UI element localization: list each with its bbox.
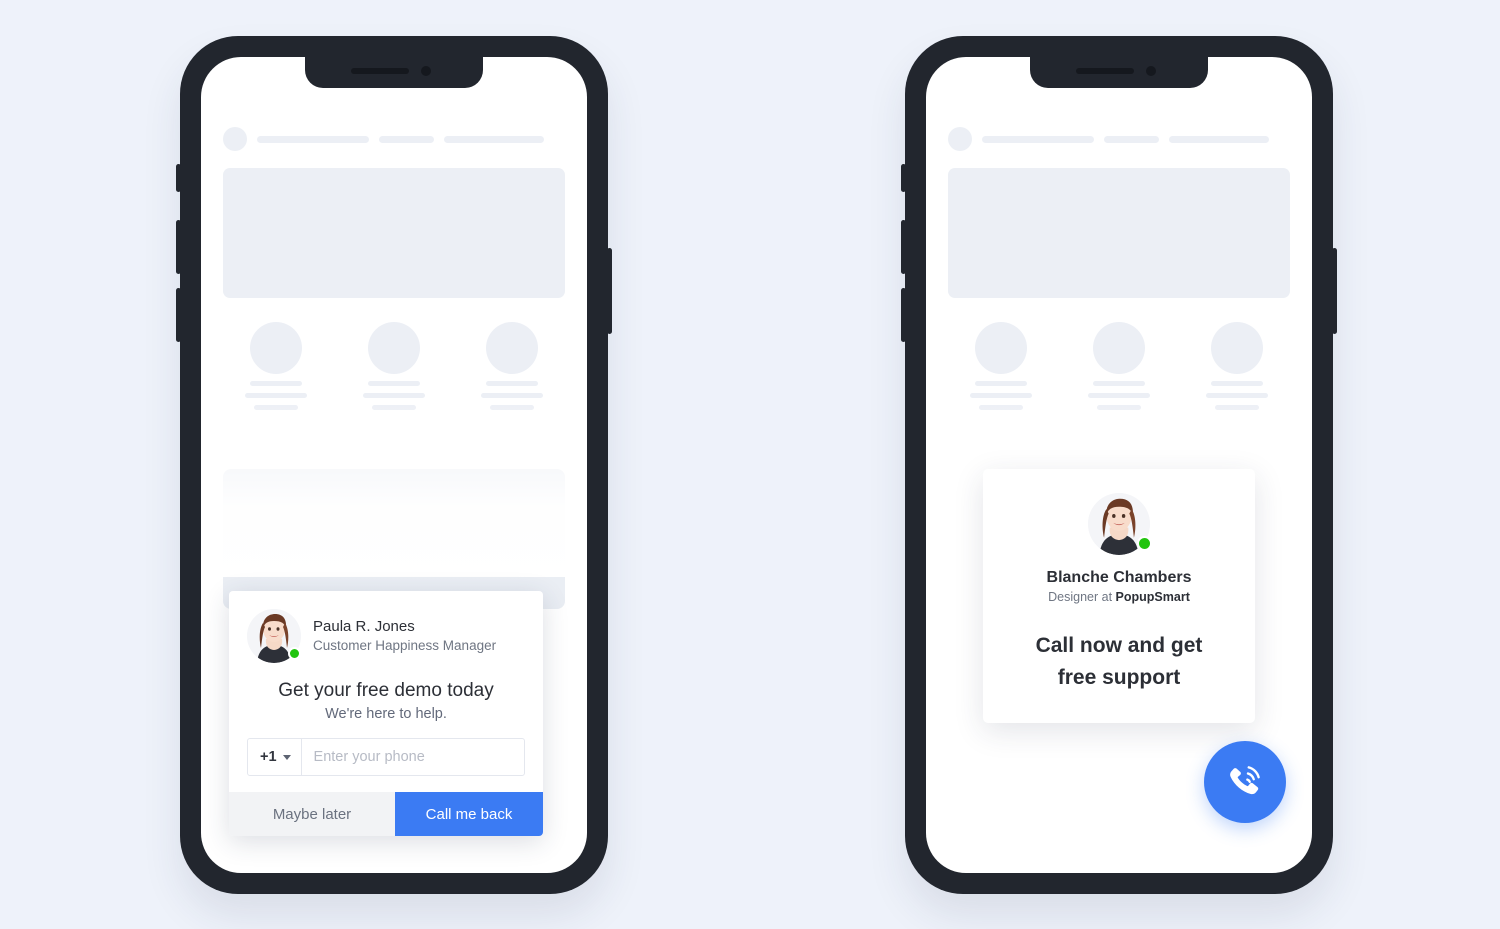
agent-identity: Paula R. Jones Customer Happiness Manage… — [313, 617, 496, 655]
skeleton-text-line — [975, 381, 1027, 386]
skeleton-text-line — [490, 405, 534, 410]
agent-company: PopupSmart — [1115, 590, 1190, 604]
agent-avatar — [1088, 493, 1152, 555]
skeleton-feature-column — [363, 322, 425, 410]
skeleton-nav-item — [1104, 135, 1159, 143]
chevron-down-icon — [282, 754, 291, 760]
skeleton-text-line — [1206, 393, 1268, 398]
phone-mockup-right: Blanche Chambers Designer at PopupSmart … — [901, 36, 1337, 894]
agent-avatar — [247, 609, 301, 664]
skeleton-feature-column — [1206, 322, 1268, 410]
popup-subtitle: We're here to help. — [325, 706, 447, 722]
skeleton-nav-item — [444, 135, 544, 143]
popup-title: Get your free demo today — [278, 680, 494, 702]
phone-mute-switch[interactable] — [901, 164, 906, 192]
skeleton-hero-image — [223, 168, 565, 298]
skeleton-text-line — [1093, 381, 1145, 386]
skeleton-content-block — [223, 469, 565, 609]
skeleton-hero-image — [948, 168, 1290, 298]
skeleton-feature-columns — [948, 322, 1290, 410]
agent-role: Customer Happiness Manager — [313, 638, 497, 654]
skeleton-feature-column — [1088, 322, 1150, 410]
online-status-dot — [288, 647, 301, 661]
card-title: Call now and get free support — [1001, 630, 1237, 693]
earpiece-speaker-icon — [351, 68, 409, 74]
skeleton-text-line — [363, 393, 425, 398]
maybe-later-button[interactable]: Maybe later — [229, 792, 395, 836]
phone-mockup-left: Paula R. Jones Customer Happiness Manage… — [176, 36, 612, 894]
skeleton-feature-column — [481, 322, 543, 410]
skeleton-logo — [948, 127, 972, 151]
skeleton-text-line — [486, 381, 538, 386]
agent-role-prefix: Designer at — [1048, 590, 1116, 604]
skeleton-text-line — [254, 405, 298, 410]
skeleton-text-line — [245, 393, 307, 398]
country-code-selector[interactable]: +1 — [248, 739, 302, 775]
skeleton-feature-icon — [1211, 322, 1263, 374]
skeleton-feature-icon — [1093, 322, 1145, 374]
skeleton-feature-column — [245, 322, 307, 410]
phone-volume-up-button[interactable] — [901, 220, 906, 274]
phone-volume-down-button[interactable] — [176, 288, 181, 342]
popup-body: Get your free demo today We're here to h… — [229, 667, 543, 792]
skeleton-text-line — [372, 405, 416, 410]
phone-volume-down-button[interactable] — [901, 288, 906, 342]
skeleton-nav-item — [257, 135, 369, 143]
skeleton-text-line — [1097, 405, 1141, 410]
earpiece-speaker-icon — [1076, 68, 1134, 74]
skeleton-feature-icon — [975, 322, 1027, 374]
skeleton-feature-icon — [486, 322, 538, 374]
skeleton-nav-item — [379, 135, 434, 143]
phone-number-field[interactable]: +1 — [247, 738, 525, 776]
skeleton-text-line — [970, 393, 1032, 398]
phone-power-button[interactable] — [607, 248, 612, 334]
skeleton-nav-item — [982, 135, 1094, 143]
skeleton-nav-item — [1169, 135, 1269, 143]
skeleton-text-line — [1088, 393, 1150, 398]
call-now-fab-button[interactable] — [1204, 741, 1286, 823]
phone-screen-left: Paula R. Jones Customer Happiness Manage… — [201, 57, 587, 873]
card-title-line-2: free support — [1057, 665, 1181, 689]
online-status-dot — [1137, 536, 1152, 551]
popup-agent-header: Paula R. Jones Customer Happiness Manage… — [229, 591, 543, 667]
skeleton-text-line — [481, 393, 543, 398]
phone-notch — [1030, 57, 1208, 88]
skeleton-feature-icon — [368, 322, 420, 374]
front-camera-icon — [421, 66, 431, 76]
phone-input[interactable] — [301, 739, 524, 775]
front-camera-icon — [1146, 66, 1156, 76]
skeleton-navbar — [948, 127, 1290, 151]
card-title-line-1: Call now and get — [1035, 634, 1203, 657]
phone-notch — [305, 57, 483, 88]
phone-call-icon — [1230, 766, 1260, 795]
skeleton-navbar — [223, 127, 565, 151]
call-me-back-button[interactable]: Call me back — [395, 792, 543, 836]
screenshot-stage: Paula R. Jones Customer Happiness Manage… — [0, 0, 1500, 929]
popup-actions: Maybe later Call me back — [229, 792, 543, 836]
skeleton-logo — [223, 127, 247, 151]
skeleton-feature-columns — [223, 322, 565, 410]
skeleton-text-line — [250, 381, 302, 386]
phone-power-button[interactable] — [1332, 248, 1337, 334]
agent-name: Paula R. Jones — [313, 618, 415, 636]
skeleton-text-line — [979, 405, 1023, 410]
phone-volume-up-button[interactable] — [176, 220, 181, 274]
country-code-value: +1 — [260, 749, 277, 765]
skeleton-text-line — [368, 381, 420, 386]
call-support-card: Blanche Chambers Designer at PopupSmart … — [983, 469, 1255, 723]
skeleton-feature-icon — [250, 322, 302, 374]
callback-popup: Paula R. Jones Customer Happiness Manage… — [229, 591, 543, 836]
phone-screen-right: Blanche Chambers Designer at PopupSmart … — [926, 57, 1312, 873]
agent-role: Designer at PopupSmart — [1001, 590, 1237, 604]
skeleton-text-line — [1211, 381, 1263, 386]
skeleton-feature-column — [970, 322, 1032, 410]
phone-mute-switch[interactable] — [176, 164, 181, 192]
skeleton-text-line — [1215, 405, 1259, 410]
agent-name: Blanche Chambers — [1046, 569, 1192, 586]
